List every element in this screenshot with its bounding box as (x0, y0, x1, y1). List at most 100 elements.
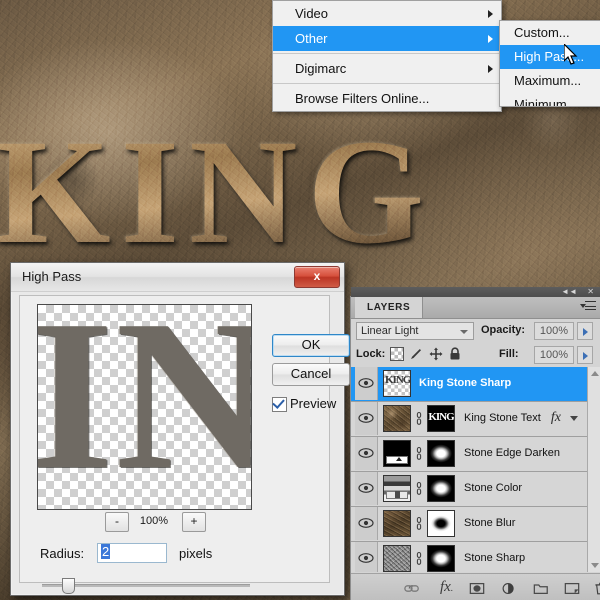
layer-name[interactable]: King Stone Sharp (419, 377, 511, 389)
layer-visibility-toggle[interactable] (355, 402, 378, 435)
gradient-marker (395, 457, 402, 461)
add-layer-mask-icon[interactable] (469, 581, 485, 596)
layer-thumbnail[interactable] (383, 475, 411, 502)
fill-stepper-icon[interactable] (577, 346, 593, 364)
radius-slider[interactable] (42, 578, 250, 594)
scroll-down-icon[interactable] (591, 563, 599, 568)
layer-mask-thumbnail[interactable]: KING (427, 405, 455, 432)
layer-name[interactable]: Stone Blur (464, 517, 515, 529)
dialog-title-bar[interactable]: High Pass x (11, 263, 344, 292)
opacity-input[interactable]: 100% (534, 322, 574, 340)
eye-icon (358, 413, 374, 423)
lock-label: Lock: (356, 348, 386, 360)
filter-menu[interactable]: Video Other Digimarc Browse Filters Onli… (272, 0, 502, 112)
link-mask-icon[interactable] (415, 517, 423, 530)
new-layer-icon[interactable] (564, 581, 580, 596)
link-layers-icon[interactable] (404, 581, 420, 596)
layer-mask-thumbnail[interactable] (427, 475, 455, 502)
link-mask-icon[interactable] (415, 412, 423, 425)
table-row[interactable]: Stone Color (351, 472, 587, 507)
collapse-panel-icon[interactable]: ◄◄ (561, 287, 577, 297)
layer-list-scrollbar[interactable] (587, 367, 600, 572)
new-adjustment-layer-icon[interactable] (501, 581, 517, 596)
tab-layers[interactable]: LAYERS (355, 297, 424, 318)
lock-paint-icon[interactable] (409, 347, 423, 361)
layer-visibility-toggle[interactable] (355, 507, 378, 540)
chevron-down-icon[interactable] (570, 416, 578, 421)
layer-visibility-toggle[interactable] (355, 367, 378, 400)
preview-checkbox-row[interactable]: Preview (272, 396, 362, 414)
slider-thumb[interactable] (62, 578, 75, 594)
fill-input[interactable]: 100% (534, 346, 574, 364)
layer-name[interactable]: King Stone Text (464, 412, 541, 424)
dialog-content-frame: IN - 100% + Radius: 2 pixels OK (19, 295, 350, 594)
zoom-out-button[interactable]: - (105, 512, 129, 532)
table-row[interactable]: Stone Sharp (351, 542, 587, 572)
menu-item-other[interactable]: Other (273, 26, 501, 51)
menu-item-browse-filters-online[interactable]: Browse Filters Online... (273, 86, 501, 111)
gradient-map-strip (386, 491, 408, 499)
layer-mask-thumbnail[interactable] (427, 440, 455, 467)
table-row[interactable]: KING King Stone Text fx (351, 402, 587, 437)
layer-thumbnail[interactable] (383, 405, 411, 432)
scroll-up-icon[interactable] (591, 371, 599, 376)
zoom-in-button[interactable]: + (182, 512, 206, 532)
layer-thumbnail[interactable] (383, 440, 411, 467)
blend-mode-select[interactable]: Linear Light (356, 322, 474, 340)
opacity-stepper-icon[interactable] (577, 322, 593, 340)
layer-list[interactable]: KING King Stone Sharp KING King Stone Te… (351, 367, 587, 572)
triangle-right-icon (583, 352, 588, 360)
layer-style-fx-icon[interactable]: fx. (440, 580, 453, 596)
layer-name[interactable]: Stone Sharp (464, 552, 525, 564)
delete-layer-icon[interactable] (594, 581, 600, 596)
close-icon[interactable]: x (294, 266, 340, 288)
layer-name[interactable]: Stone Edge Darken (464, 447, 560, 459)
link-mask-icon[interactable] (415, 552, 423, 565)
triangle-right-icon (583, 328, 588, 336)
layer-visibility-toggle[interactable] (355, 437, 378, 470)
menu-item-label: High Pass... (514, 49, 585, 64)
preview-letters: IN (37, 304, 251, 510)
submenu-item-minimum[interactable]: Minimum... (500, 93, 600, 106)
layer-mask-thumbnail[interactable] (427, 545, 455, 572)
panel-tabstrip: LAYERS (351, 297, 600, 319)
lock-position-icon[interactable] (429, 347, 443, 361)
menu-item-digimarc[interactable]: Digimarc (273, 56, 501, 81)
table-row[interactable]: Stone Blur (351, 507, 587, 542)
layer-name[interactable]: Stone Color (464, 482, 522, 494)
lock-all-icon[interactable] (448, 347, 462, 361)
layer-mask-thumbnail[interactable] (427, 510, 455, 537)
preview-zoom-controls: - 100% + (37, 512, 250, 532)
submenu-item-high-pass[interactable]: High Pass... (500, 45, 600, 69)
table-row[interactable]: KING King Stone Sharp (351, 367, 587, 402)
preview-checkbox[interactable] (272, 396, 287, 412)
link-mask-icon[interactable] (415, 447, 423, 460)
close-panel-icon[interactable]: ✕ (587, 287, 594, 297)
new-group-icon[interactable] (533, 581, 549, 596)
radius-label: Radius: (40, 546, 85, 561)
layer-visibility-toggle[interactable] (355, 542, 378, 572)
high-pass-dialog[interactable]: High Pass x IN - 100% + Radius: 2 pix (10, 262, 350, 596)
menu-item-label: Video (295, 6, 329, 21)
lock-row: Lock: Fill: 100% (351, 343, 600, 368)
other-submenu[interactable]: Custom... High Pass... Maximum... Minimu… (499, 20, 600, 107)
lock-transparency-icon[interactable] (390, 347, 404, 361)
ok-button[interactable]: OK (272, 334, 350, 357)
layer-visibility-toggle[interactable] (355, 472, 378, 505)
layer-thumbnail[interactable]: KING (383, 370, 411, 397)
checkmark-icon (272, 396, 285, 409)
table-row[interactable]: Stone Edge Darken (351, 437, 587, 472)
submenu-item-custom[interactable]: Custom... (500, 21, 600, 45)
gradient-marker (395, 491, 400, 498)
layer-thumbnail[interactable] (383, 545, 411, 572)
radius-input[interactable]: 2 (97, 543, 167, 563)
submenu-item-maximum[interactable]: Maximum... (500, 69, 600, 93)
menu-item-video[interactable]: Video (273, 1, 501, 26)
layer-effects-icon[interactable]: fx (551, 410, 561, 426)
filter-preview[interactable]: IN (37, 304, 252, 510)
layer-thumbnail[interactable] (383, 510, 411, 537)
panel-menu-icon[interactable] (580, 301, 596, 313)
eye-icon (358, 483, 374, 493)
cancel-button[interactable]: Cancel (272, 363, 350, 386)
link-mask-icon[interactable] (415, 482, 423, 495)
